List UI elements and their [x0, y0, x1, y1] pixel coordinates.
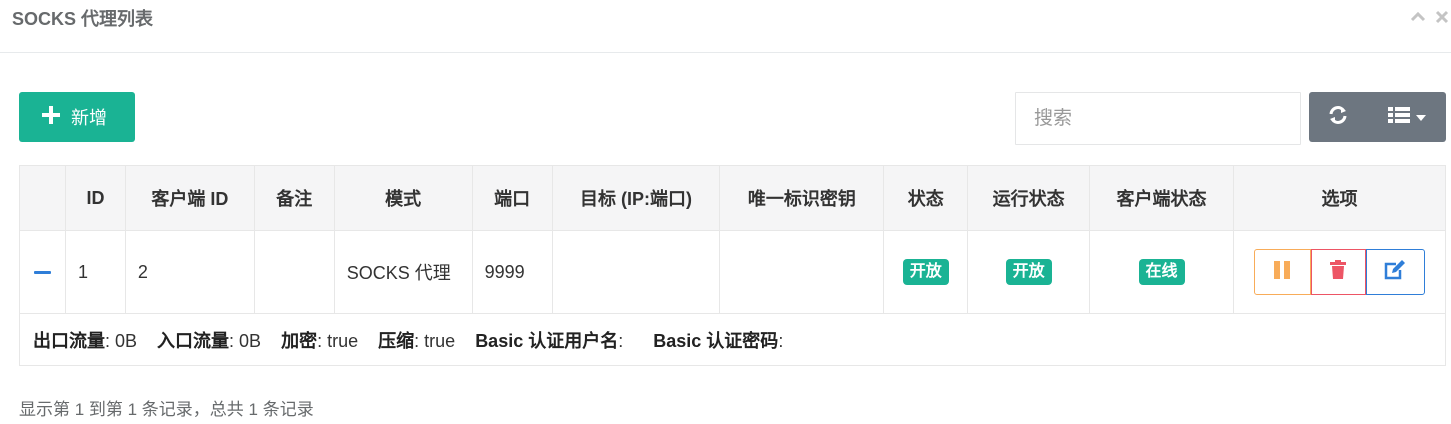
- caret-down-icon: [1415, 108, 1426, 126]
- cell-status: 开放: [883, 230, 969, 314]
- basic-user-value: :: [618, 330, 624, 351]
- collapse-toggle[interactable]: [19, 230, 66, 314]
- col-header-status[interactable]: 状态: [883, 165, 969, 231]
- basic-pass-label: Basic 认证密码: [653, 330, 779, 351]
- socks-table: ID 客户端 ID 备注 模式 端口 目标 (IP:端口) 唯一标识密钥 状态 …: [19, 165, 1447, 366]
- basic-user-label: Basic 认证用户名: [475, 330, 619, 351]
- pagination-info: 显示第 1 到第 1 条记录，总共 1 条记录: [19, 400, 314, 419]
- panel-title: SOCKS 代理列表: [12, 9, 154, 29]
- in-flow-label: 入口流量: [157, 330, 230, 351]
- in-flow-value: : 0B: [229, 330, 262, 351]
- cell-id: 1: [64, 230, 126, 314]
- pause-button[interactable]: [1253, 249, 1311, 295]
- col-header-client-status[interactable]: 客户端状态: [1089, 165, 1234, 231]
- col-header-client-id[interactable]: 客户端 ID: [124, 165, 255, 231]
- run-status-badge: 开放: [1005, 259, 1052, 285]
- toolbar-button-group: [1309, 92, 1446, 142]
- chevron-up-icon[interactable]: [1409, 8, 1427, 26]
- col-header-remark[interactable]: 备注: [253, 165, 335, 231]
- crypt-label: 加密: [281, 330, 318, 351]
- edit-button[interactable]: [1365, 249, 1425, 295]
- cell-port: 9999: [471, 230, 553, 314]
- col-header-key[interactable]: 唯一标识密钥: [719, 165, 885, 231]
- delete-button[interactable]: [1310, 249, 1366, 295]
- cell-target: [551, 230, 721, 314]
- detail-cell: 出口流量: 0B 入口流量: 0B 加密: true 压缩: true Basi…: [19, 313, 1446, 366]
- close-icon[interactable]: [1433, 8, 1451, 26]
- panel-tools: [1409, 8, 1451, 26]
- cell-mode: SOCKS 代理: [333, 230, 473, 314]
- minus-icon: [33, 270, 51, 274]
- cell-client-id: 2: [124, 230, 255, 314]
- add-button[interactable]: 新增: [19, 92, 135, 142]
- col-header-id[interactable]: ID: [64, 165, 126, 231]
- table-row: 1 2 SOCKS 代理 9999 开放 开放 在线: [19, 230, 1447, 314]
- table-header-row: ID 客户端 ID 备注 模式 端口 目标 (IP:端口) 唯一标识密钥 状态 …: [19, 165, 1447, 231]
- crypt-value: : true: [317, 330, 359, 351]
- col-header-port[interactable]: 端口: [471, 165, 553, 231]
- compress-value: : true: [414, 330, 456, 351]
- pause-icon: [1274, 260, 1291, 284]
- plus-icon: [41, 105, 61, 130]
- columns-toggle-button[interactable]: [1367, 92, 1446, 142]
- col-header-target[interactable]: 目标 (IP:端口): [551, 165, 721, 231]
- cell-options: [1232, 230, 1447, 314]
- client-status-badge: 在线: [1138, 259, 1185, 285]
- out-flow-label: 出口流量: [33, 330, 105, 351]
- col-header-mode[interactable]: 模式: [333, 165, 473, 231]
- panel-header: SOCKS 代理列表: [0, 0, 1451, 53]
- cell-remark: [253, 230, 335, 314]
- table-row-detail: 出口流量: 0B 入口流量: 0B 加密: true 压缩: true Basi…: [19, 313, 1446, 366]
- cell-key: [719, 230, 885, 314]
- list-icon: [1387, 106, 1410, 129]
- refresh-icon: [1327, 104, 1349, 131]
- search-input[interactable]: [1015, 92, 1301, 145]
- row-actions: [1234, 249, 1445, 295]
- cell-client-status: 在线: [1089, 230, 1234, 314]
- status-badge: 开放: [902, 259, 949, 285]
- compress-label: 压缩: [378, 330, 415, 351]
- basic-pass-value: :: [778, 330, 784, 351]
- add-button-label: 新增: [71, 108, 107, 128]
- refresh-button[interactable]: [1309, 92, 1367, 142]
- out-flow-value: : 0B: [105, 330, 138, 351]
- trash-icon: [1330, 260, 1347, 284]
- col-header-run-status[interactable]: 运行状态: [967, 165, 1091, 231]
- col-header-expand: [19, 165, 66, 231]
- col-header-options: 选项: [1232, 165, 1447, 231]
- cell-run-status: 开放: [967, 230, 1091, 314]
- edit-icon: [1384, 259, 1406, 285]
